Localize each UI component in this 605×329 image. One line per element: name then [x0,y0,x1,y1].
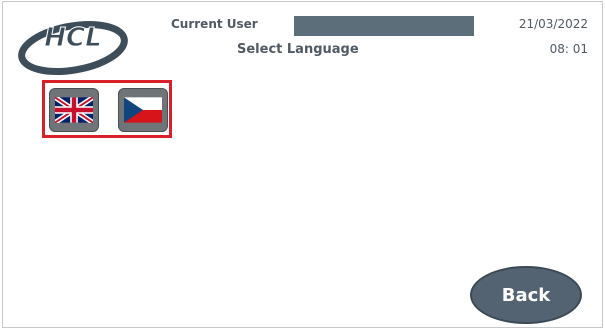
logo-text: HCL [44,23,101,53]
english-language-button[interactable] [49,88,99,132]
czech-language-button[interactable] [118,88,168,132]
date-display: 21/03/2022 [518,17,588,31]
hmi-screen: HCL Current User 21/03/2022 08: 01 Selec… [2,1,603,328]
current-user-field [294,16,474,36]
language-selection-group [42,80,172,138]
current-user-label: Current User [171,17,258,31]
czech-flag-icon [124,97,162,123]
back-button[interactable]: Back [470,266,582,324]
time-display: 08: 01 [549,42,588,56]
hcl-logo: HCL [13,8,133,78]
page-title: Select Language [237,42,359,57]
uk-flag-icon [55,97,93,123]
